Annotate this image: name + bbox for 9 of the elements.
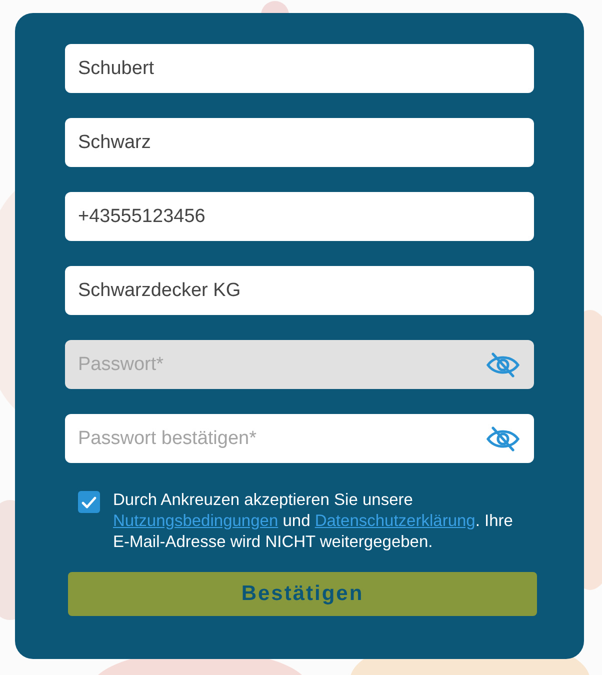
eye-off-icon[interactable]: [486, 426, 520, 452]
eye-off-icon[interactable]: [486, 352, 520, 378]
input-field[interactable]: Passwort bestätigen*: [65, 414, 534, 463]
input-field[interactable]: +43555123456: [65, 192, 534, 241]
input-field[interactable]: Schwarzdecker KG: [65, 266, 534, 315]
consent-text: Durch Ankreuzen akzeptieren Sie unsere Nutzungsbedingungen und Datenschutzerklärung. Ihre E-Mail-Adresse wird NICHT weitergegeben.: [113, 490, 513, 553]
input-field[interactable]: Schubert: [65, 44, 534, 93]
input-field[interactable]: Schwarz: [65, 118, 534, 167]
checkbox[interactable]: [78, 491, 100, 513]
